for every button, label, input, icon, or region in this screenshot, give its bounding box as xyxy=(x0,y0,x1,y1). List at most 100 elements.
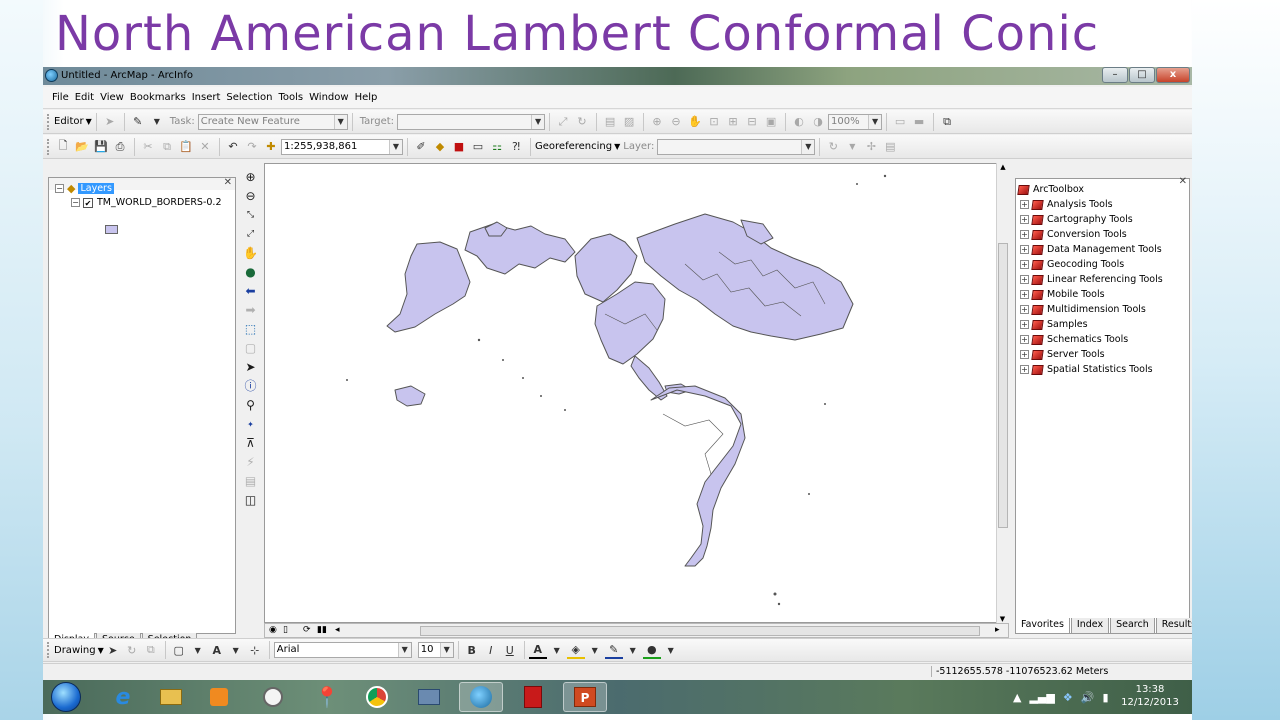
layer-visibility-checkbox[interactable]: ✔ xyxy=(83,197,93,208)
editor-toolbar-icon[interactable]: ✐ xyxy=(412,138,430,156)
editor-menu-button[interactable]: Editor ▼ xyxy=(54,116,92,127)
expand-icon[interactable]: + xyxy=(1020,275,1029,284)
expand-icon[interactable]: + xyxy=(1020,290,1029,299)
close-icon[interactable]: ✕ xyxy=(1179,176,1187,187)
bold-button[interactable]: B xyxy=(463,641,481,659)
collapse-icon[interactable]: − xyxy=(71,198,80,207)
fixed-zoom-in-icon[interactable]: ⤡ xyxy=(243,208,258,223)
fill-color-icon[interactable]: ◈ xyxy=(566,641,585,659)
pdf-reader-icon[interactable] xyxy=(511,682,555,712)
select-elements-icon[interactable]: ➤ xyxy=(104,641,122,659)
zoom-to-selected-icon[interactable]: ⧉ xyxy=(142,641,160,659)
link-table-icon[interactable]: ▤ xyxy=(881,138,899,156)
menu-help[interactable]: Help xyxy=(355,92,378,103)
go-forward-extent-icon[interactable]: ◑ xyxy=(809,113,827,131)
toolbox-item[interactable]: + Cartography Tools xyxy=(1020,214,1133,225)
full-extent-icon[interactable]: ● xyxy=(243,265,258,280)
toggle-draft-mode-icon[interactable]: ▭ xyxy=(891,113,909,131)
table-of-contents-icon[interactable]: ◆ xyxy=(431,138,449,156)
file-explorer-icon[interactable] xyxy=(149,682,193,712)
back-extent-icon[interactable]: ⬅ xyxy=(243,284,258,299)
volume-icon[interactable]: 🔊 xyxy=(1081,691,1095,704)
text-tool-icon[interactable]: A xyxy=(208,641,226,659)
arcmap-taskbar-icon[interactable] xyxy=(459,682,503,712)
dropbox-icon[interactable]: ❖ xyxy=(1063,691,1073,704)
attributes-icon[interactable]: ▤ xyxy=(601,113,619,131)
expand-icon[interactable]: + xyxy=(1020,350,1029,359)
map-display[interactable] xyxy=(264,163,1009,623)
text-dropdown-icon[interactable]: ▼ xyxy=(227,641,245,659)
menu-file[interactable]: File xyxy=(52,92,69,103)
print-icon[interactable]: ⎙ xyxy=(111,138,129,156)
find-icon[interactable]: ⚲ xyxy=(243,398,258,413)
line-color-dropdown-icon[interactable]: ▼ xyxy=(624,641,642,659)
save-icon[interactable]: 💾 xyxy=(92,138,110,156)
maximize-button[interactable]: □ xyxy=(1129,67,1155,83)
expand-icon[interactable]: + xyxy=(1020,365,1029,374)
marker-color-dropdown-icon[interactable]: ▼ xyxy=(662,641,680,659)
rectangle-icon[interactable]: ▢ xyxy=(170,641,188,659)
scroll-up-icon[interactable]: ▲ xyxy=(997,163,1009,171)
toolbox-item[interactable]: + Server Tools xyxy=(1020,349,1105,360)
underline-button[interactable]: U xyxy=(501,641,519,659)
whats-this-icon[interactable]: ⁈ xyxy=(507,138,525,156)
network-app-icon[interactable] xyxy=(407,682,451,712)
expand-icon[interactable]: + xyxy=(1020,200,1029,209)
close-button[interactable]: x xyxy=(1156,67,1190,83)
rotate-element-icon[interactable]: ↻ xyxy=(123,641,141,659)
chrome-icon[interactable] xyxy=(355,682,399,712)
split-tool-icon[interactable]: ⤢ xyxy=(554,113,572,131)
html-popup-icon[interactable]: ▤ xyxy=(243,474,258,489)
map-vertical-scrollbar[interactable]: ▲ ▼ xyxy=(996,163,1009,623)
toolbox-item[interactable]: + Schematics Tools xyxy=(1020,334,1128,345)
marker-color-icon[interactable]: ● xyxy=(642,641,661,659)
map-horizontal-scroll-thumb[interactable] xyxy=(420,626,980,636)
task-combo[interactable]: Create New Feature ▼ xyxy=(197,113,348,130)
identify-icon[interactable]: ⓘ xyxy=(243,379,258,394)
menu-bookmarks[interactable]: Bookmarks xyxy=(130,92,186,103)
layout-view-icon[interactable]: ▯ xyxy=(283,625,288,635)
toolbar-grip[interactable] xyxy=(47,113,50,130)
measure-icon[interactable]: ⊼ xyxy=(243,436,258,451)
edit-tool-icon[interactable]: ➤ xyxy=(101,113,119,131)
layout-zoom-out-icon[interactable]: ⊖ xyxy=(667,113,685,131)
menu-insert[interactable]: Insert xyxy=(192,92,221,103)
toolbox-item[interactable]: + Geocoding Tools xyxy=(1020,259,1124,270)
scroll-down-icon[interactable]: ▼ xyxy=(997,615,1008,623)
signal-icon[interactable]: ▂▄▆ xyxy=(1029,691,1054,704)
add-control-points-icon[interactable]: ✢ xyxy=(862,138,880,156)
add-data-icon[interactable]: ✚ xyxy=(262,138,280,156)
rotate-dropdown-icon[interactable]: ▼ xyxy=(843,138,861,156)
font-size-combo[interactable]: 10 ▼ xyxy=(417,642,454,658)
select-elements-icon[interactable]: ➤ xyxy=(243,360,258,375)
close-icon[interactable]: ✕ xyxy=(224,177,232,188)
menu-selection[interactable]: Selection xyxy=(226,92,272,103)
fixed-zoom-out-icon[interactable]: ⊟ xyxy=(743,113,761,131)
arctoolbox-root[interactable]: ArcToolbox xyxy=(1017,184,1084,195)
italic-button[interactable]: I xyxy=(482,641,500,659)
pause-drawing-icon[interactable]: ▮▮ xyxy=(317,625,327,635)
toc-root-row[interactable]: − ◆ Layers xyxy=(55,182,114,195)
toolbox-item[interactable]: + Multidimension Tools xyxy=(1020,304,1146,315)
map-scale-combo[interactable]: 1:255,938,861 ▼ xyxy=(281,138,403,155)
layout-zoom-in-icon[interactable]: ⊕ xyxy=(648,113,666,131)
fixed-zoom-out-icon[interactable]: ⤢ xyxy=(243,227,258,242)
go-to-xy-icon[interactable]: ✦ xyxy=(243,417,258,432)
arctoolbox-icon[interactable]: ■ xyxy=(450,138,468,156)
scroll-left-icon[interactable]: ◂ xyxy=(335,625,340,635)
go-back-extent-icon[interactable]: ◐ xyxy=(790,113,808,131)
tab-index[interactable]: Index xyxy=(1070,618,1110,634)
battery-icon[interactable]: ▮ xyxy=(1102,691,1108,704)
clock-app-icon[interactable] xyxy=(251,682,295,712)
time-slider-icon[interactable]: ◫ xyxy=(243,493,258,508)
cut-icon[interactable]: ✂ xyxy=(139,138,157,156)
clear-selection-icon[interactable]: ▢ xyxy=(243,341,258,356)
command-line-icon[interactable]: ▭ xyxy=(469,138,487,156)
undo-icon[interactable]: ↶ xyxy=(224,138,242,156)
taskbar-clock[interactable]: 13:38 12/12/2013 xyxy=(1111,683,1189,709)
rotate-raster-icon[interactable]: ↻ xyxy=(824,138,842,156)
minimize-button[interactable]: – xyxy=(1102,67,1128,83)
start-button-icon[interactable] xyxy=(51,682,81,712)
delete-icon[interactable]: ✕ xyxy=(196,138,214,156)
expand-icon[interactable]: + xyxy=(1020,230,1029,239)
